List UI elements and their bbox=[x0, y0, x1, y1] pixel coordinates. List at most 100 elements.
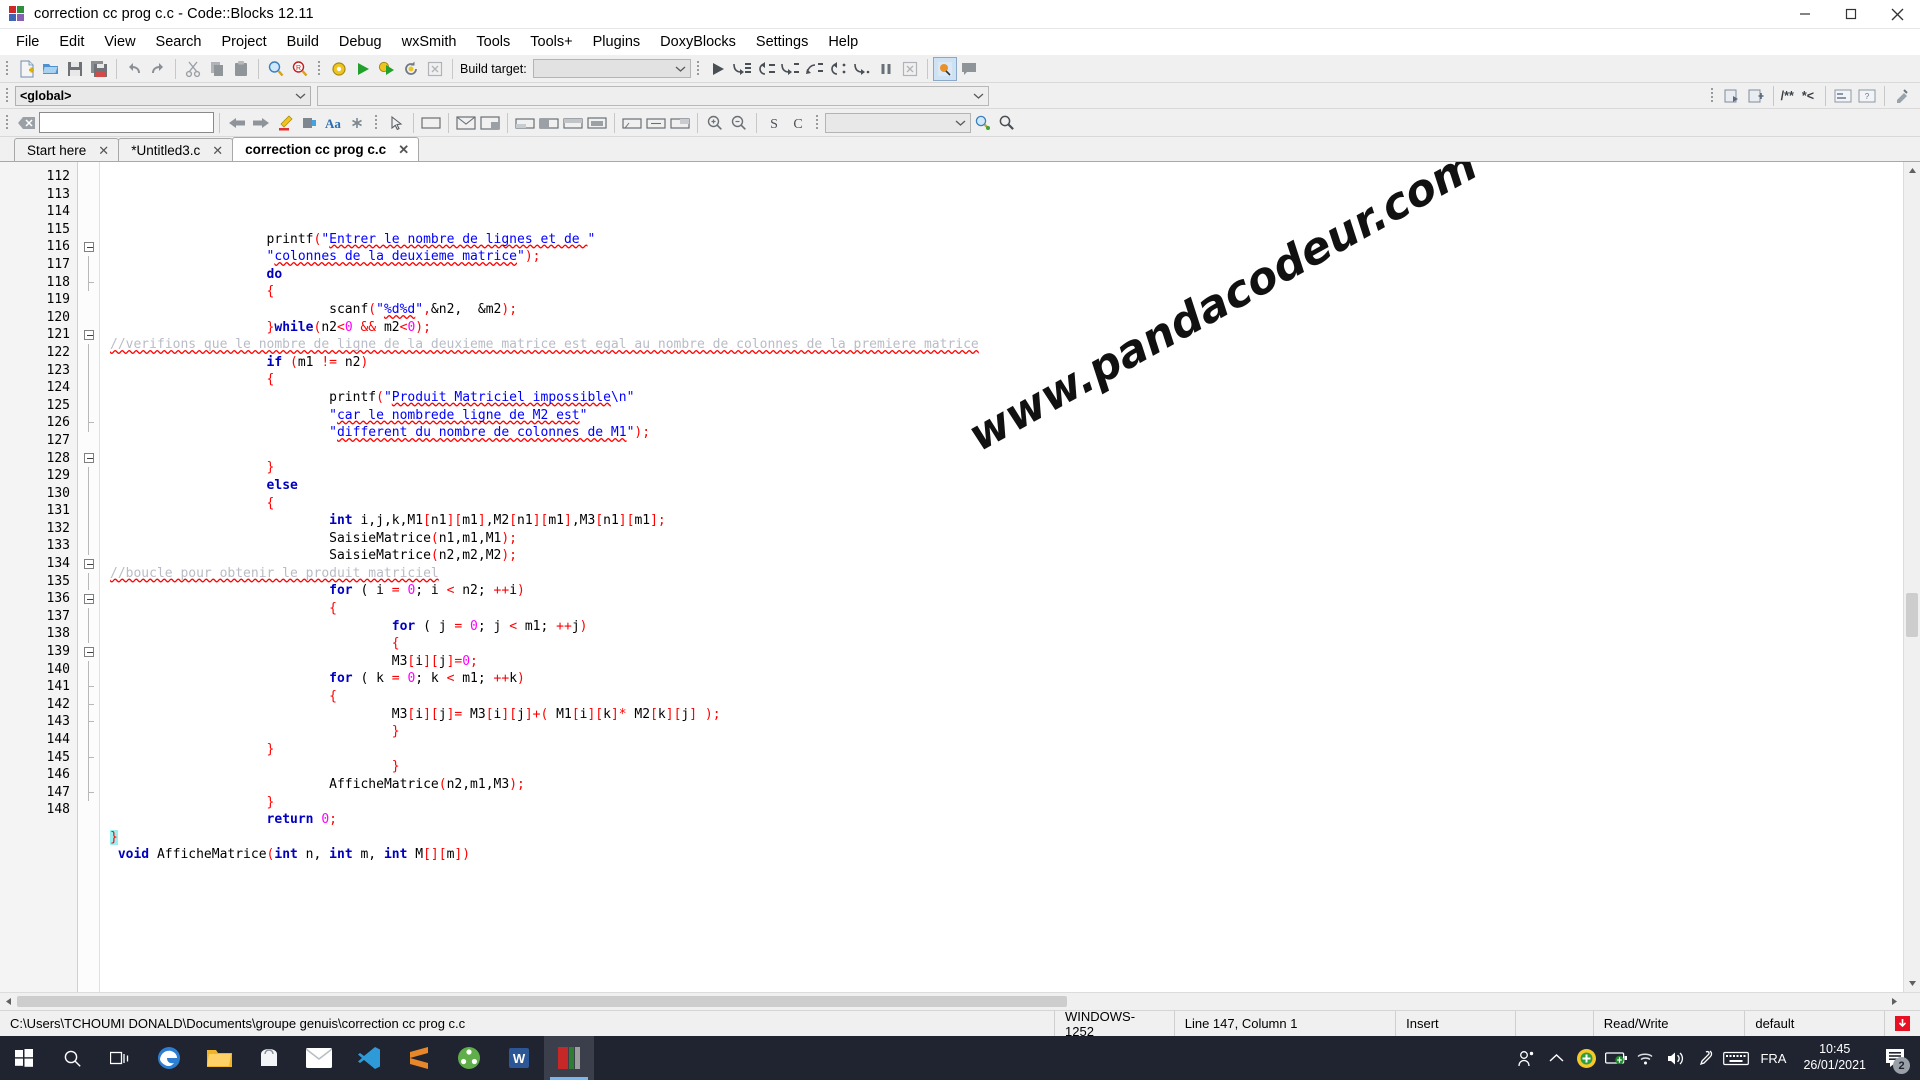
code-line[interactable] bbox=[100, 442, 1903, 460]
code-line[interactable]: do bbox=[100, 266, 1903, 284]
close-icon[interactable]: ✕ bbox=[98, 144, 109, 157]
save-all-icon[interactable] bbox=[87, 57, 111, 81]
minimize-button[interactable] bbox=[1782, 0, 1828, 29]
stretch-spacer-icon[interactable] bbox=[644, 111, 668, 135]
clock[interactable]: 10:45 26/01/2021 bbox=[1795, 1042, 1874, 1073]
code-line[interactable]: printf("Produit Matriciel impossible\n" bbox=[100, 389, 1903, 407]
code-line[interactable]: } bbox=[100, 829, 1903, 847]
code-line[interactable]: for ( j = 0; j < m1; ++j) bbox=[100, 618, 1903, 636]
code-line[interactable]: void AfficheMatrice(int n, int m, int M[… bbox=[100, 846, 1903, 864]
battery-icon[interactable] bbox=[1601, 1036, 1631, 1080]
close-button[interactable] bbox=[1874, 0, 1920, 29]
bookmark-icon[interactable] bbox=[297, 111, 321, 135]
cc-search-icon[interactable] bbox=[971, 111, 995, 135]
stop-debugger-icon[interactable] bbox=[898, 57, 922, 81]
code-line[interactable]: SaisieMatrice(n2,m2,M2); bbox=[100, 547, 1903, 565]
paste-icon[interactable] bbox=[229, 57, 253, 81]
flex-grid-sizer-icon[interactable] bbox=[561, 111, 585, 135]
vertical-scroll-track[interactable] bbox=[1904, 179, 1920, 975]
doxy-block-comment-label[interactable]: /** bbox=[1781, 89, 1794, 103]
code-line[interactable]: if (m1 != n2) bbox=[100, 354, 1903, 372]
toolbar-grip-debug[interactable] bbox=[694, 59, 703, 79]
code-line[interactable]: } bbox=[100, 794, 1903, 812]
status-indicator-icon[interactable] bbox=[1885, 1011, 1920, 1037]
taskbar-app-edge-icon[interactable] bbox=[144, 1036, 194, 1080]
code-line[interactable]: { bbox=[100, 283, 1903, 301]
step-out-icon[interactable] bbox=[778, 57, 802, 81]
next-instruction-icon[interactable] bbox=[802, 57, 826, 81]
show-hidden-icons-icon[interactable] bbox=[1541, 1036, 1571, 1080]
code-line[interactable]: AfficheMatrice(n2,m1,M3); bbox=[100, 776, 1903, 794]
scroll-left-arrow-icon[interactable] bbox=[0, 993, 17, 1010]
code-line[interactable]: { bbox=[100, 600, 1903, 618]
taskbar-app-visual-studio-code-icon[interactable] bbox=[344, 1036, 394, 1080]
keyboard-icon[interactable] bbox=[1721, 1036, 1751, 1080]
break-debugger-icon[interactable] bbox=[874, 57, 898, 81]
highlight-icon[interactable] bbox=[273, 111, 297, 135]
toolbar-grip-compiler[interactable] bbox=[315, 59, 324, 79]
panel-icon[interactable] bbox=[419, 111, 443, 135]
maximize-button[interactable] bbox=[1828, 0, 1874, 29]
code-line[interactable]: }while(n2<0 && m2<0); bbox=[100, 319, 1903, 337]
taskbar-app-file-explorer-icon[interactable] bbox=[194, 1036, 244, 1080]
code-line[interactable]: scanf("%d%d",&n2, &m2); bbox=[100, 301, 1903, 319]
clear-search-icon[interactable] bbox=[15, 111, 39, 135]
new-file-icon[interactable] bbox=[15, 57, 39, 81]
step-into-icon[interactable] bbox=[754, 57, 778, 81]
wifi-icon[interactable] bbox=[1631, 1036, 1661, 1080]
tab-untitled3-c[interactable]: *Untitled3.c ✕ bbox=[118, 138, 234, 161]
taskbar-app-codeblocks-icon[interactable] bbox=[544, 1036, 594, 1080]
doxyblocks-settings-icon[interactable] bbox=[1890, 84, 1914, 108]
abort-icon[interactable] bbox=[423, 57, 447, 81]
copy-icon[interactable] bbox=[205, 57, 229, 81]
code-line[interactable]: //boucle pour obtenir le produit matrici… bbox=[100, 565, 1903, 583]
toolbar-grip-doxysearch[interactable] bbox=[3, 113, 12, 133]
open-file-icon[interactable] bbox=[39, 57, 63, 81]
code-line[interactable]: { bbox=[100, 635, 1903, 653]
select-class-icon[interactable]: C bbox=[786, 111, 810, 135]
code-folding-margin[interactable] bbox=[78, 162, 100, 992]
undo-icon[interactable] bbox=[122, 57, 146, 81]
code-line[interactable]: } bbox=[100, 758, 1903, 776]
font-icon[interactable]: Aa bbox=[321, 111, 345, 135]
run-to-cursor-icon[interactable] bbox=[850, 57, 874, 81]
toolbar-grip-scope[interactable] bbox=[3, 86, 12, 106]
antivirus-icon[interactable] bbox=[1571, 1036, 1601, 1080]
build-target-combo[interactable] bbox=[532, 59, 691, 78]
menu-edit[interactable]: Edit bbox=[49, 32, 94, 52]
frame-icon[interactable] bbox=[478, 111, 502, 135]
editor-horizontal-scrollbar[interactable] bbox=[0, 992, 1920, 1010]
toolbar-grip-wxsmith[interactable] bbox=[372, 113, 381, 133]
menu-tools-plus[interactable]: Tools+ bbox=[520, 32, 582, 52]
code-line[interactable] bbox=[100, 213, 1903, 231]
taskbar-app-mail-icon[interactable] bbox=[294, 1036, 344, 1080]
menu-debug[interactable]: Debug bbox=[329, 32, 392, 52]
menu-plugins[interactable]: Plugins bbox=[583, 32, 651, 52]
select-source-icon[interactable]: S bbox=[762, 111, 786, 135]
code-line[interactable]: } bbox=[100, 741, 1903, 759]
code-line[interactable]: else bbox=[100, 477, 1903, 495]
code-line[interactable]: SaisieMatrice(n1,m1,M1); bbox=[100, 530, 1903, 548]
menu-help[interactable]: Help bbox=[818, 32, 868, 52]
back-icon[interactable] bbox=[225, 111, 249, 135]
grid-bag-sizer-icon[interactable] bbox=[668, 111, 692, 135]
toolbar-grip-main[interactable] bbox=[3, 59, 12, 79]
code-line[interactable]: //verifions que le nombre de ligne de la… bbox=[100, 336, 1903, 354]
code-line[interactable]: M3[i][j]= M3[i][j]+( M1[i][k]* M2[k][j] … bbox=[100, 706, 1903, 724]
code-line[interactable]: "different du nombre de colonnes de M1")… bbox=[100, 424, 1903, 442]
code-line[interactable]: } bbox=[100, 459, 1903, 477]
asterisk-icon[interactable] bbox=[345, 111, 369, 135]
search-icon[interactable] bbox=[48, 1036, 96, 1080]
menu-file[interactable]: File bbox=[6, 32, 49, 52]
taskbar-app-word-icon[interactable]: W bbox=[494, 1036, 544, 1080]
zoom-out-icon[interactable] bbox=[727, 111, 751, 135]
replace-icon[interactable]: R bbox=[288, 57, 312, 81]
fold-toggle-icon[interactable] bbox=[78, 590, 99, 608]
code-line[interactable]: { bbox=[100, 495, 1903, 513]
code-text-area[interactable]: www.pandacodeur.com printf("Entrer le no… bbox=[100, 162, 1903, 992]
menu-doxyblocks[interactable]: DoxyBlocks bbox=[650, 32, 746, 52]
start-icon[interactable] bbox=[0, 1036, 48, 1080]
doxyblocks-run-icon[interactable] bbox=[1720, 84, 1744, 108]
next-line-icon[interactable] bbox=[730, 57, 754, 81]
various-info-icon[interactable] bbox=[957, 57, 981, 81]
